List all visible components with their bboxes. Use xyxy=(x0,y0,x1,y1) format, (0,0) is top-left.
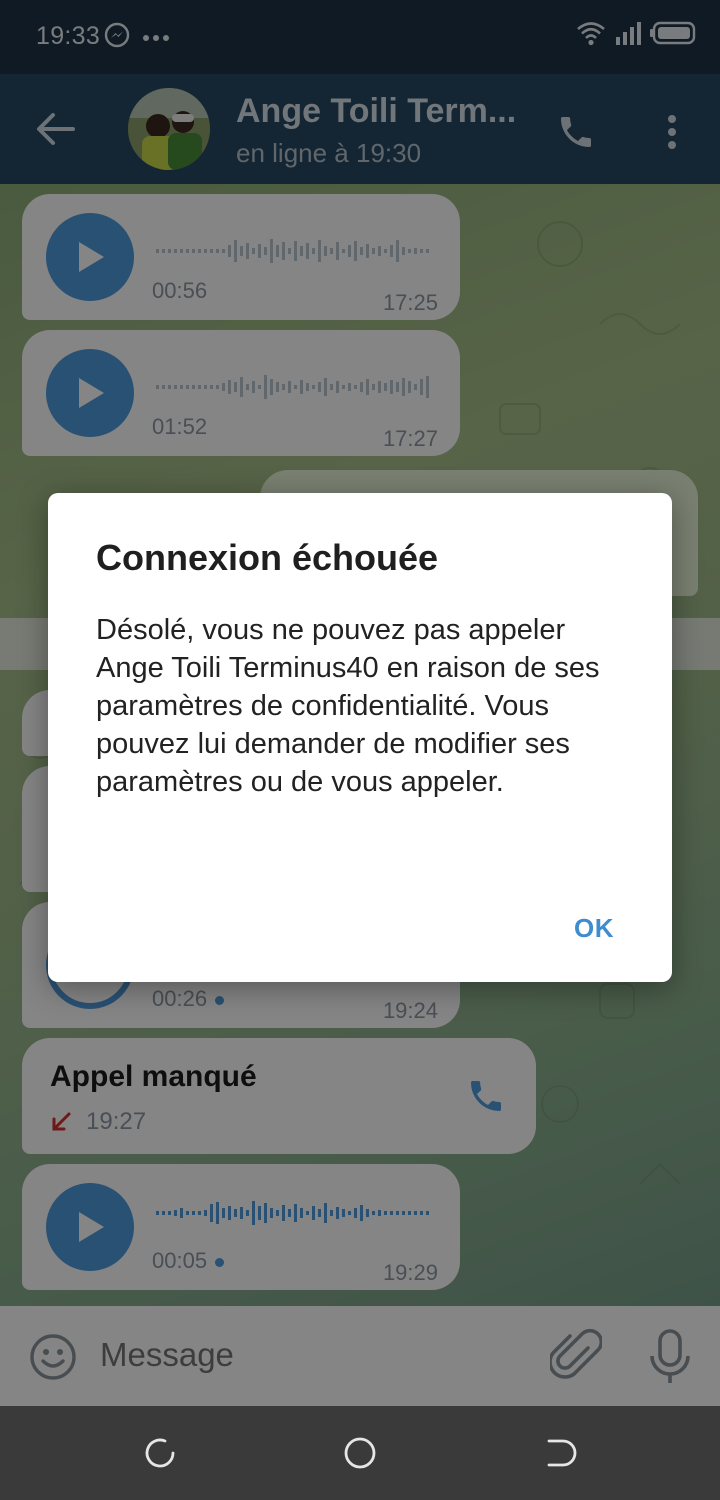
back-nav-icon[interactable] xyxy=(543,1436,577,1470)
home-icon[interactable] xyxy=(343,1436,377,1470)
alert-dialog: Connexion échouée Désolé, vous ne pouvez… xyxy=(48,493,672,982)
input-dim-overlay xyxy=(0,1306,720,1406)
dialog-message: Désolé, vous ne pouvez pas appeler Ange … xyxy=(96,614,600,798)
dialog-title: Connexion échouée xyxy=(96,537,439,578)
ok-button[interactable]: OK xyxy=(574,913,614,944)
recents-icon[interactable] xyxy=(143,1436,177,1470)
message-composer xyxy=(0,1306,720,1406)
system-navigation-bar xyxy=(0,1406,720,1500)
